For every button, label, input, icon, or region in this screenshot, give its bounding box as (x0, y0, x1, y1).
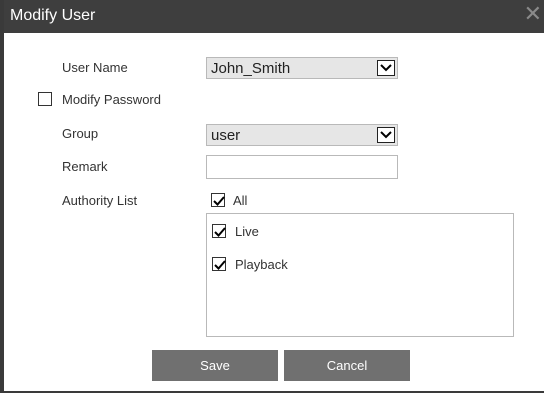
modify-password-checkbox[interactable] (38, 92, 52, 106)
dialog-titlebar: Modify User ✕ (4, 0, 544, 33)
user-name-select[interactable]: John_Smith (206, 57, 398, 79)
authority-list-label: Authority List (62, 193, 138, 208)
live-checkbox[interactable] (212, 224, 226, 238)
user-name-value: John_Smith (211, 60, 291, 77)
all-label: All (233, 193, 248, 208)
playback-checkbox[interactable] (212, 257, 226, 271)
remark-input[interactable] (206, 155, 398, 179)
group-label: Group (62, 126, 99, 141)
chevron-down-icon[interactable] (377, 60, 395, 76)
modify-password-label: Modify Password (62, 92, 161, 107)
group-select[interactable]: user (206, 124, 398, 146)
cancel-button[interactable]: Cancel (284, 350, 410, 381)
dialog-title: Modify User (10, 7, 96, 24)
authority-listbox[interactable]: Live Playback (206, 213, 514, 337)
live-label: Live (235, 224, 259, 239)
all-checkbox[interactable] (211, 193, 225, 207)
playback-label: Playback (235, 257, 288, 272)
modify-user-dialog: Modify User ✕ User Name John_Smith Modif… (0, 0, 544, 393)
remark-label: Remark (62, 159, 108, 174)
group-value: user (211, 127, 241, 144)
save-button[interactable]: Save (152, 350, 278, 381)
chevron-down-icon[interactable] (377, 127, 395, 143)
user-name-label: User Name (62, 60, 128, 75)
close-icon[interactable]: ✕ (524, 3, 542, 25)
